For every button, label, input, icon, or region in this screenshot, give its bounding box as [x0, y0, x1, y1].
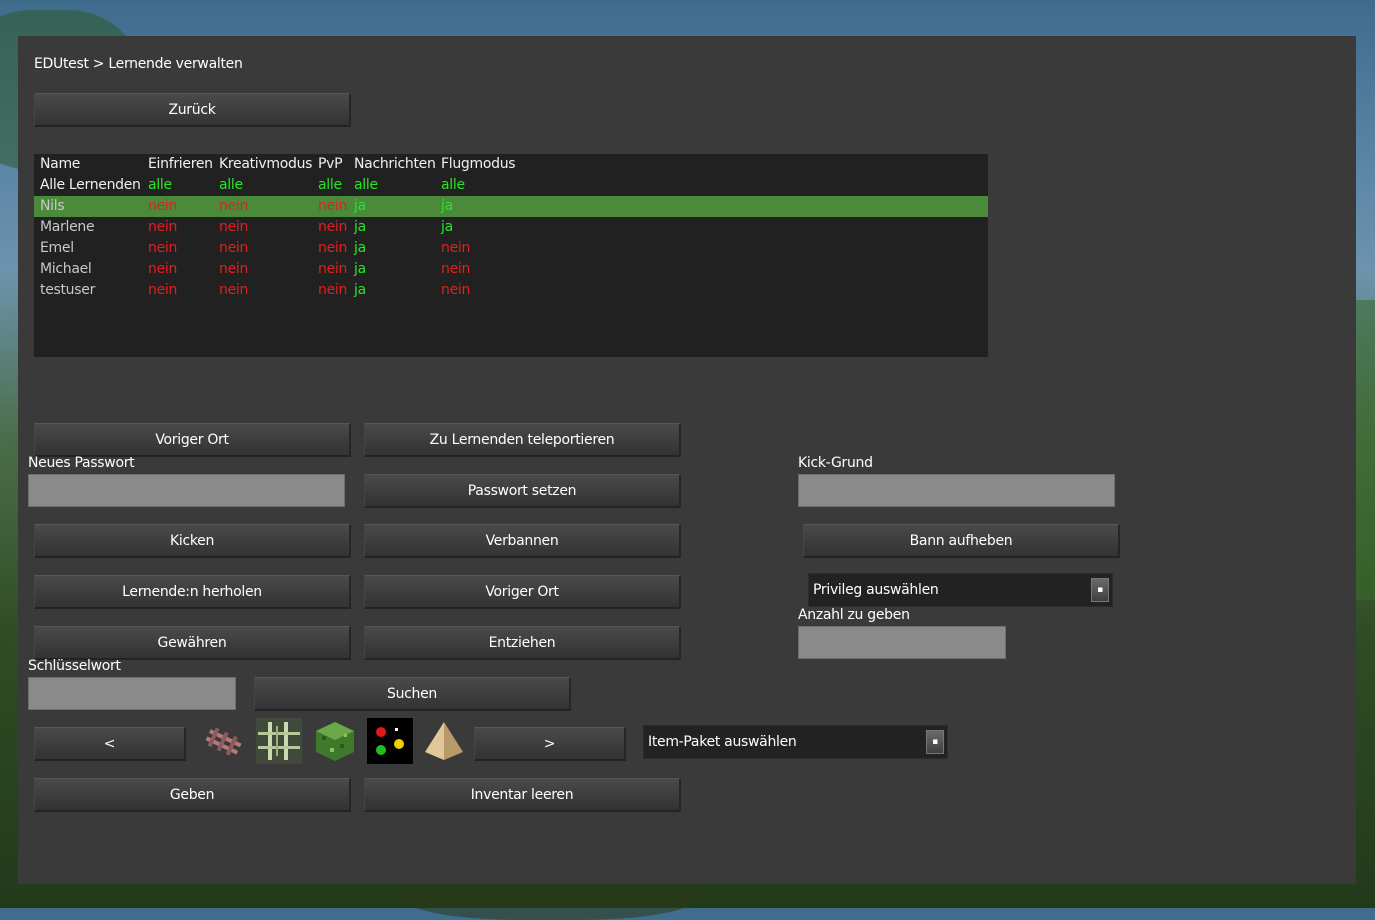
previous-location-button-2[interactable]: Voriger Ort — [364, 575, 681, 609]
cell-creative: nein — [219, 240, 249, 256]
sand-pyramid-item-icon[interactable] — [421, 718, 467, 764]
column-header-creative: Kreativmodus — [219, 156, 313, 172]
unban-button[interactable]: Bann aufheben — [803, 524, 1120, 558]
column-header-pvp: PvP — [318, 156, 343, 172]
kick-reason-field[interactable] — [798, 474, 1115, 507]
breadcrumb: EDUtest > Lernende verwalten — [34, 56, 243, 72]
cell-fly: nein — [441, 261, 471, 277]
cell-messages: ja — [354, 240, 366, 256]
teleport-to-learner-button[interactable]: Zu Lernenden teleportieren — [364, 423, 681, 457]
cell-freeze: alle — [148, 177, 172, 193]
amount-to-give-label: Anzahl zu geben — [798, 607, 910, 623]
cell-messages: ja — [354, 198, 366, 214]
cell-creative: nein — [219, 282, 249, 298]
cell-messages: ja — [354, 282, 366, 298]
table-header-row: Name Einfrieren Kreativmodus PvP Nachric… — [34, 154, 988, 175]
cell-creative: alle — [219, 177, 243, 193]
amount-to-give-field[interactable] — [798, 626, 1006, 659]
item-package-dropdown-value: Item-Paket auswählen — [648, 734, 797, 750]
kick-reason-label: Kick-Grund — [798, 455, 873, 471]
cell-pvp: nein — [318, 282, 348, 298]
kick-reason-input[interactable] — [799, 475, 1114, 506]
cell-pvp: nein — [318, 240, 348, 256]
cell-freeze: nein — [148, 219, 178, 235]
cell-creative: nein — [219, 219, 249, 235]
table-row[interactable]: Michael nein nein nein ja nein — [34, 259, 988, 280]
cell-freeze: nein — [148, 198, 178, 214]
table-row-selected[interactable]: Nils nein nein nein ja ja — [34, 196, 988, 217]
chevron-down-icon[interactable]: ▪ — [1091, 578, 1109, 602]
kick-button[interactable]: Kicken — [34, 524, 351, 558]
new-password-input[interactable] — [29, 475, 344, 506]
cell-pvp: nein — [318, 198, 348, 214]
cell-pvp: nein — [318, 261, 348, 277]
privilege-dropdown-value: Privileg auswählen — [813, 582, 939, 598]
grant-button[interactable]: Gewähren — [34, 626, 351, 660]
column-header-freeze: Einfrieren — [148, 156, 213, 172]
ban-button[interactable]: Verbannen — [364, 524, 681, 558]
cell-freeze: nein — [148, 240, 178, 256]
revoke-button[interactable]: Entziehen — [364, 626, 681, 660]
cell-name: Emel — [40, 240, 74, 256]
cell-name: Nils — [40, 198, 65, 214]
cell-fly: alle — [441, 177, 465, 193]
cell-pvp: nein — [318, 219, 348, 235]
cell-fly: ja — [441, 219, 453, 235]
back-button[interactable]: Zurück — [34, 93, 351, 127]
cell-fly: nein — [441, 282, 471, 298]
set-password-button[interactable]: Passwort setzen — [364, 474, 681, 508]
cell-messages: alle — [354, 177, 378, 193]
previous-page-button[interactable]: < — [34, 727, 186, 761]
leaves-block-icon[interactable] — [312, 718, 358, 764]
learners-table[interactable]: Name Einfrieren Kreativmodus PvP Nachric… — [34, 154, 988, 357]
table-row[interactable]: Marlene nein nein nein ja ja — [34, 217, 988, 238]
cell-freeze: nein — [148, 282, 178, 298]
table-row[interactable]: testuser nein nein nein ja nein — [34, 280, 988, 301]
new-password-field[interactable] — [28, 474, 345, 507]
cell-name: testuser — [40, 282, 96, 298]
table-row[interactable]: Alle Lernenden alle alle alle alle alle — [34, 175, 988, 196]
previous-location-button[interactable]: Voriger Ort — [34, 423, 351, 457]
cell-creative: nein — [219, 198, 249, 214]
cell-name: Alle Lernenden — [40, 177, 141, 193]
rails-item-icon[interactable] — [201, 718, 247, 764]
cell-fly: ja — [441, 198, 453, 214]
cell-name: Michael — [40, 261, 92, 277]
cell-name: Marlene — [40, 219, 95, 235]
keyword-input[interactable] — [29, 678, 235, 709]
cell-pvp: alle — [318, 177, 342, 193]
amount-to-give-input[interactable] — [799, 627, 1005, 658]
column-header-fly: Flugmodus — [441, 156, 516, 172]
keyword-field[interactable] — [28, 677, 236, 710]
traffic-light-item-icon[interactable] — [367, 718, 413, 764]
keyword-label: Schlüsselwort — [28, 658, 121, 674]
column-header-name: Name — [40, 156, 81, 172]
search-button[interactable]: Suchen — [254, 677, 571, 711]
privilege-dropdown[interactable]: Privileg auswählen ▪ — [808, 573, 1113, 607]
column-header-messages: Nachrichten — [354, 156, 436, 172]
item-package-dropdown[interactable]: Item-Paket auswählen ▪ — [643, 725, 948, 759]
new-password-label: Neues Passwort — [28, 455, 135, 471]
bring-learner-button[interactable]: Lernende:n herholen — [34, 575, 351, 609]
chevron-down-icon[interactable]: ▪ — [926, 730, 944, 754]
fence-item-icon[interactable] — [256, 718, 302, 764]
cell-creative: nein — [219, 261, 249, 277]
table-row[interactable]: Emel nein nein nein ja nein — [34, 238, 988, 259]
cell-messages: ja — [354, 219, 366, 235]
next-page-button[interactable]: > — [474, 727, 626, 761]
cell-messages: ja — [354, 261, 366, 277]
cell-freeze: nein — [148, 261, 178, 277]
give-button[interactable]: Geben — [34, 778, 351, 812]
clear-inventory-button[interactable]: Inventar leeren — [364, 778, 681, 812]
cell-fly: nein — [441, 240, 471, 256]
